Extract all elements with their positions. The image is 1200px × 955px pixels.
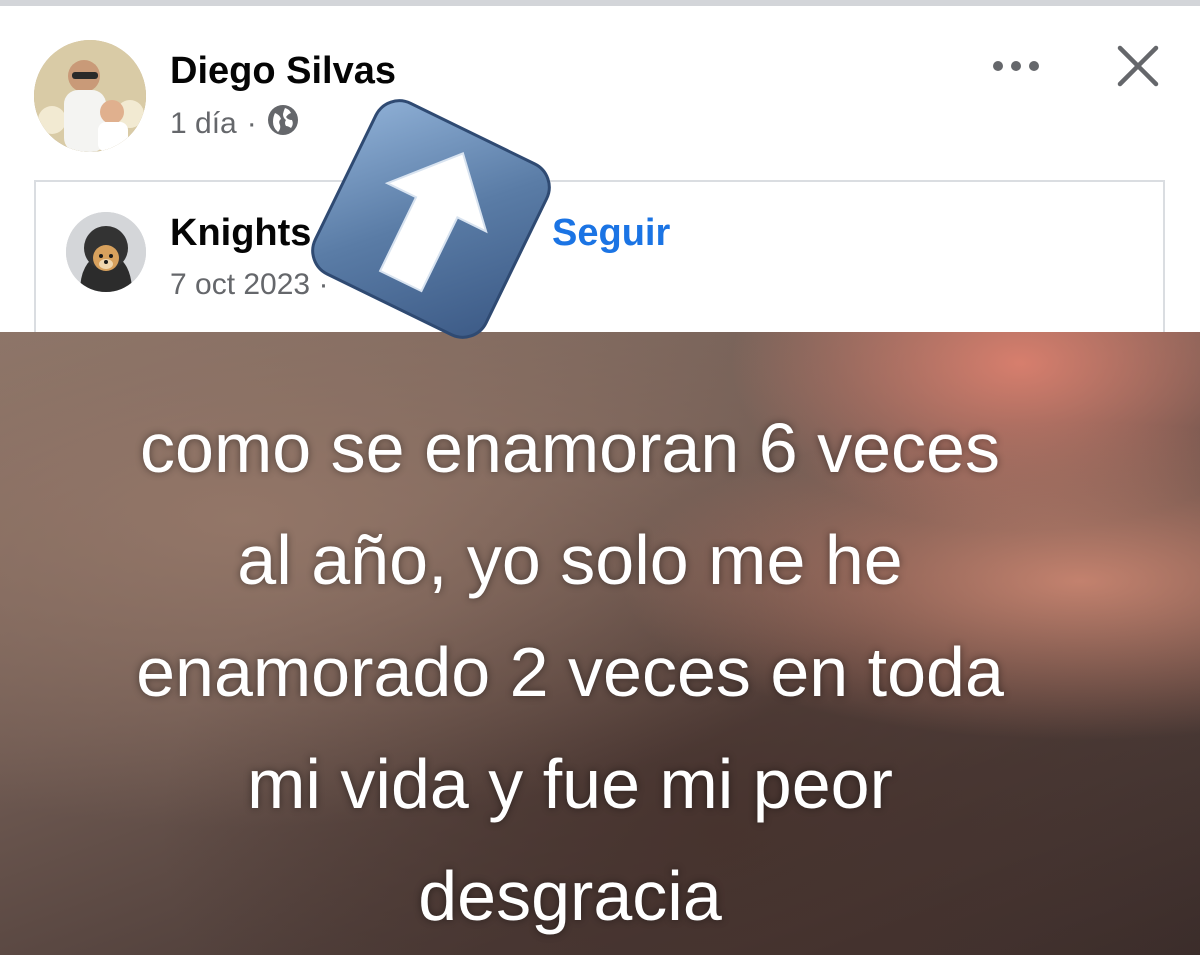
more-options-button[interactable] <box>986 50 1046 86</box>
post-time[interactable]: 1 día <box>170 107 237 141</box>
share-arrow-overlay <box>300 88 562 350</box>
caption-line: al año, yo solo me he <box>237 521 903 599</box>
caption-line: mi vida y fue mi peor <box>247 745 893 823</box>
author-name[interactable]: Diego Silvas <box>170 50 396 93</box>
meta-separator: · <box>246 107 257 140</box>
more-options-icon <box>992 59 1040 77</box>
share-arrow-icon <box>311 99 551 339</box>
shared-author-avatar[interactable] <box>66 212 146 292</box>
caption-line: desgracia <box>418 857 722 935</box>
follow-button[interactable]: Seguir <box>552 212 670 255</box>
top-divider <box>0 0 1200 6</box>
shared-author-name[interactable]: Knights <box>170 212 311 255</box>
close-icon <box>1117 45 1159 92</box>
caption-line: como se enamoran 6 veces <box>140 409 1000 487</box>
shared-post-card[interactable] <box>34 180 1165 340</box>
globe-icon <box>267 104 299 144</box>
author-avatar[interactable] <box>34 40 146 152</box>
shared-post-date-text[interactable]: 7 oct 2023 <box>170 268 310 301</box>
image-caption: como se enamoran 6 veces al año, yo solo… <box>0 392 1140 952</box>
caption-line: enamorado 2 veces en toda <box>136 633 1004 711</box>
close-button[interactable] <box>1110 40 1166 96</box>
post-image[interactable]: como se enamoran 6 veces al año, yo solo… <box>0 332 1200 955</box>
post-meta: 1 día · <box>170 104 299 144</box>
